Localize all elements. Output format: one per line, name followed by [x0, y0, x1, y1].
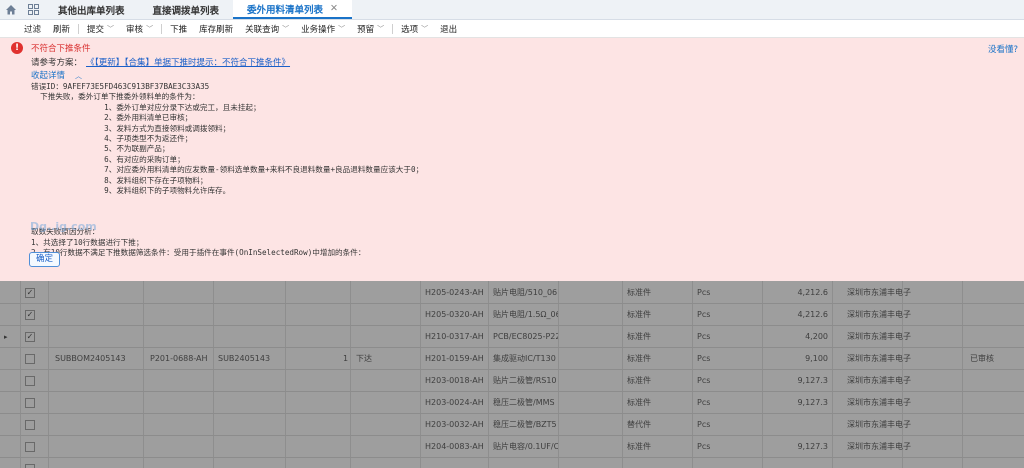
toolbar-button-label: 关联查询: [245, 24, 280, 35]
tab-outsource-material-list[interactable]: 委外用料清单列表 ✕: [233, 0, 353, 19]
toolbar-button[interactable]: 审核 ﹀: [120, 23, 159, 35]
collapse-label: 收起详情: [31, 71, 66, 81]
toolbar-button-label: 提交: [87, 24, 105, 35]
toolbar-button[interactable]: 选项 ﹀: [395, 23, 434, 35]
help-link[interactable]: 没看懂?: [988, 43, 1018, 55]
chevron-down-icon: ﹀: [146, 24, 154, 33]
toolbar-button[interactable]: 关联查询 ﹀: [239, 23, 295, 35]
ok-button[interactable]: 确定: [29, 252, 60, 267]
chevron-down-icon: ﹀: [107, 24, 115, 33]
toolbar-button-label: 刷新: [53, 24, 71, 35]
tab-bar: 其他出库单列表 直接调拨单列表 委外用料清单列表 ✕: [0, 0, 1024, 20]
detail-line: 9、发料组织下的子项物料允许库存。: [31, 185, 231, 195]
chevron-down-icon: ﹀: [338, 24, 346, 33]
detail-line: 6、有对应的采购订单；: [31, 154, 185, 164]
chevron-down-icon: ﹀: [282, 24, 290, 33]
detail-line: 3、发料方式为直接领料或调拨领料；: [31, 123, 231, 133]
tab-other-outbound-list[interactable]: 其他出库单列表: [44, 0, 139, 19]
toolbar-button[interactable]: 过滤: [18, 23, 47, 35]
detail-line: 7、对应委外用料清单的应发数量-领料选单数量+来料不良退料数量+良品退料数量应该…: [31, 165, 424, 175]
error-icon: !: [11, 42, 23, 54]
detail-line: 8、发料组织下存在子项物料；: [31, 175, 208, 185]
toolbar-button-label: 预留: [357, 24, 375, 35]
tab-close-icon[interactable]: ✕: [330, 3, 338, 14]
detail-line: [31, 196, 423, 206]
toolbar-button-label: 库存刷新: [199, 24, 234, 35]
chevron-up-icon: ︿: [75, 72, 83, 80]
detail-line: 2、有10行数据不满足下推数据筛选条件：受用于插件在事件(OnInSelecte…: [31, 248, 366, 258]
detail-line: [31, 207, 423, 217]
grid-icon: [27, 4, 39, 15]
toolbar-button-label: 审核: [126, 24, 144, 35]
toolbar-button-label: 选项: [401, 24, 419, 35]
toolbar-button[interactable]: 退出: [434, 23, 463, 35]
toolbar-button[interactable]: 业务操作 ﹀: [295, 23, 351, 35]
toolbar-separator: [392, 23, 394, 34]
home-button[interactable]: [0, 0, 22, 19]
toolbar-button[interactable]: 刷新: [47, 23, 76, 35]
toolbar-separator: [78, 23, 80, 34]
home-icon: [6, 5, 16, 15]
toolbar-button-label: 下推: [170, 24, 188, 35]
toolbar-button-label: 过滤: [24, 24, 42, 35]
tab-direct-transfer-list[interactable]: 直接调拨单列表: [139, 0, 234, 19]
collapse-details-toggle[interactable]: 收起详情 ︿: [31, 69, 82, 81]
detail-line: 1、委外订单对应分录下达或完工，且未挂起；: [31, 102, 261, 112]
detail-line: 2、委外用料清单已审核；: [31, 113, 193, 123]
detail-line: 1、共选择了10行数据进行下推；: [31, 237, 144, 247]
detail-line: 下推失败，委外订单下推委外领料单的条件为：: [31, 92, 200, 102]
detail-line: 错误ID：9AFEF73E5FD463C913BF37BAE3C33A35: [31, 82, 210, 91]
toolbar-button[interactable]: 下推: [164, 23, 193, 35]
watermark: Dg..ig.com: [30, 220, 97, 233]
dialog-title: 不符合下推条件: [31, 44, 91, 54]
app-grid-button[interactable]: [22, 0, 44, 19]
toolbar: 过滤 刷新 提交 ﹀ 审核 ﹀ 下推 库存刷新 关联查询 ﹀ 业务操作 ﹀ 预留 ﹀ 选项 ﹀ 退出: [0, 20, 1024, 38]
reference-link[interactable]: 《【更新】【合集】单据下推时提示：不符合下推条件》: [86, 56, 290, 68]
toolbar-button[interactable]: 预留 ﹀: [351, 23, 390, 35]
chevron-down-icon: ﹀: [377, 24, 385, 33]
detail-line: 5、不为联副产品；: [31, 144, 170, 154]
reference-label: 请参考方案：: [31, 58, 83, 68]
toolbar-button[interactable]: 提交 ﹀: [81, 23, 120, 35]
detail-line: 4、子项类型不为返还件；: [31, 133, 193, 143]
chevron-down-icon: ﹀: [421, 24, 429, 33]
toolbar-button[interactable]: 库存刷新: [193, 23, 239, 35]
toolbar-button-label: 退出: [440, 24, 458, 35]
toolbar-separator: [161, 23, 163, 34]
toolbar-button-label: 业务操作: [301, 24, 336, 35]
